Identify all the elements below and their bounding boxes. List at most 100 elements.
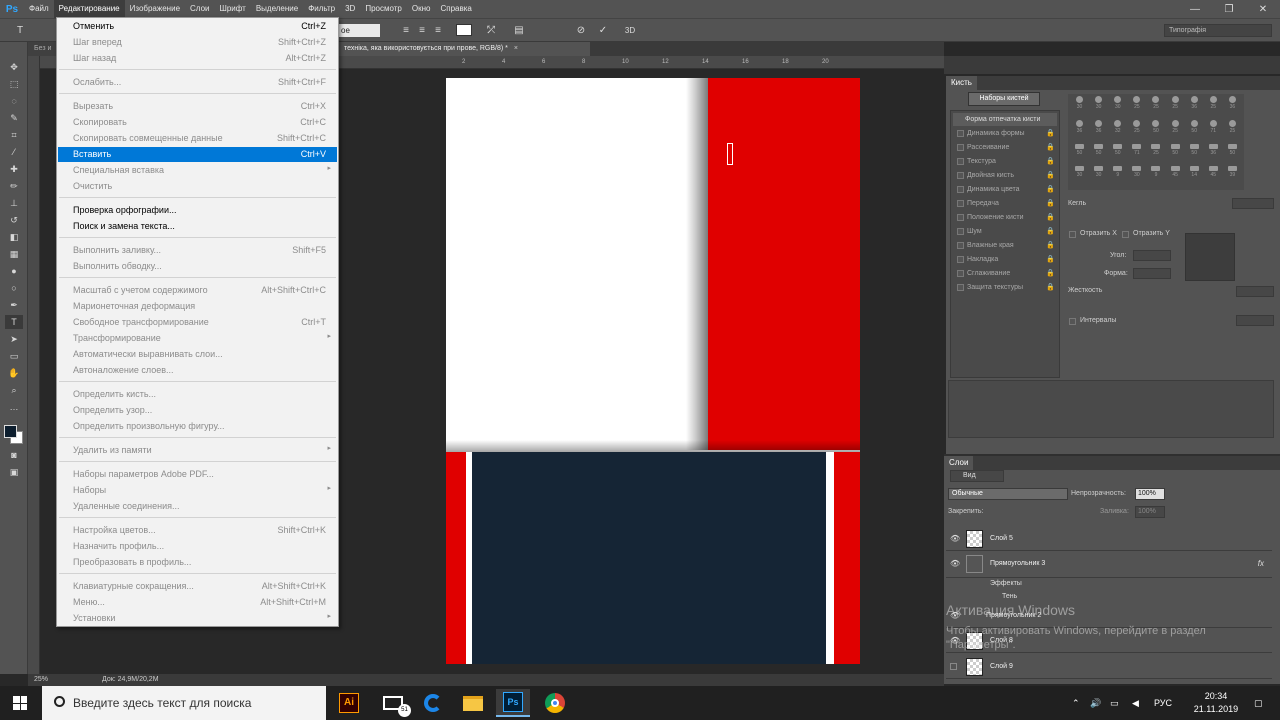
- brush-setting-row[interactable]: Шум 🔒: [953, 225, 1057, 238]
- shadow-effect-label[interactable]: Тень: [1002, 593, 1017, 600]
- checkbox[interactable]: [957, 130, 964, 137]
- menu-item-content-aware-scale[interactable]: Масштаб с учетом содержимого Alt+Shift+Ct…: [58, 283, 337, 298]
- spacing-checkbox[interactable]: [1069, 318, 1076, 325]
- dodge-tool-icon[interactable]: ○: [5, 281, 23, 295]
- brush-setting-row[interactable]: Сглаживание 🔒: [953, 267, 1057, 280]
- network-icon[interactable]: ▭: [1110, 686, 1119, 720]
- menu-item-step-forward[interactable]: Шаг вперед Shift+Ctrl+Z: [58, 35, 337, 50]
- menu-view[interactable]: Просмотр: [360, 0, 407, 18]
- stamp-tool-icon[interactable]: ⊥: [5, 196, 23, 210]
- spacing-field[interactable]: [1236, 315, 1274, 326]
- panels-icon[interactable]: ▤: [512, 23, 526, 38]
- menu-item-keyboard-shortcuts[interactable]: Клавиатурные сокращения... Alt+Shift+Ctrl…: [58, 579, 337, 594]
- layer-filter-select[interactable]: Вид: [950, 470, 1004, 482]
- shape-tool-icon[interactable]: ▭: [5, 349, 23, 363]
- brush-tip[interactable]: 36: [1185, 96, 1204, 120]
- menu-item-check-spelling[interactable]: Проверка орфографии...: [58, 203, 337, 218]
- brush-tip[interactable]: 39: [1223, 166, 1242, 188]
- menu-item-copy[interactable]: Скопировать Ctrl+C: [58, 115, 337, 130]
- brush-tip[interactable]: 45: [1204, 166, 1223, 188]
- brush-tool-icon[interactable]: ✏: [5, 179, 23, 193]
- menu-item-transform[interactable]: Трансформирование ▸: [58, 331, 337, 346]
- brush-setting-row[interactable]: Накладка 🔒: [953, 253, 1057, 266]
- system-clock[interactable]: 20:34 21.11.2019: [1188, 690, 1244, 716]
- history-brush-tool-icon[interactable]: ↺: [5, 213, 23, 227]
- brush-setting-row[interactable]: Динамика формы 🔒: [953, 127, 1057, 140]
- angle-preview[interactable]: [1185, 233, 1235, 281]
- brush-tips-grid[interactable]: 30 30 30 25 25 25 36 25 36 36 36 32 25 50 25 50 71 25 50 50…: [1068, 94, 1244, 190]
- explorer-app-icon[interactable]: [456, 689, 490, 717]
- menu-item-clear[interactable]: Очистить: [58, 179, 337, 194]
- menu-item-step-backward[interactable]: Шаг назад Alt+Ctrl+Z: [58, 51, 337, 66]
- menu-item-puppet-warp[interactable]: Марионеточная деформация: [58, 299, 337, 314]
- type-tool-sidebar-icon[interactable]: T: [5, 315, 23, 329]
- workspace-select[interactable]: Типографія: [1164, 24, 1272, 37]
- text-color-swatch[interactable]: [456, 24, 472, 36]
- brush-tip[interactable]: 9: [1108, 166, 1127, 188]
- flip-x-checkbox[interactable]: [1069, 231, 1076, 238]
- warp-text-icon[interactable]: ⤱: [484, 23, 498, 38]
- brush-tip[interactable]: 36: [1070, 120, 1089, 144]
- angle-field[interactable]: [1133, 250, 1171, 261]
- lock-icon[interactable]: 🔒: [1046, 197, 1055, 210]
- menu-item-fill[interactable]: Выполнить заливку... Shift+F5: [58, 243, 337, 258]
- flip-y-checkbox[interactable]: [1122, 231, 1129, 238]
- brush-tip[interactable]: 50: [1089, 144, 1108, 166]
- brush-tip[interactable]: 71: [1204, 120, 1223, 144]
- brush-presets-button[interactable]: Наборы кистей: [968, 92, 1040, 106]
- commit-icon[interactable]: ✓: [596, 23, 610, 38]
- lock-icon[interactable]: 🔒: [1046, 253, 1055, 266]
- foreground-color-swatch[interactable]: [4, 425, 17, 438]
- brush-tip[interactable]: 50: [1108, 144, 1127, 166]
- brush-setting-row[interactable]: Текстура 🔒: [953, 155, 1057, 168]
- menu-item-preferences[interactable]: Установки ▸: [58, 611, 337, 626]
- menu-filter[interactable]: Фильтр: [303, 0, 340, 18]
- brush-tip[interactable]: 50: [1185, 144, 1204, 166]
- more-tools-icon[interactable]: …: [5, 400, 23, 414]
- menu-image[interactable]: Изображение: [125, 0, 185, 18]
- path-select-tool-icon[interactable]: ➤: [5, 332, 23, 346]
- brush-setting-row[interactable]: Динамика цвета 🔒: [953, 183, 1057, 196]
- size-field[interactable]: [1232, 198, 1274, 209]
- brush-tip[interactable]: 36: [1089, 120, 1108, 144]
- menu-item-assign-profile[interactable]: Назначить профиль...: [58, 539, 337, 554]
- menu-item-cut[interactable]: Вырезать Ctrl+X: [58, 99, 337, 114]
- menu-item-find-replace[interactable]: Поиск и замена текста...: [58, 219, 337, 234]
- edge-app-icon[interactable]: [416, 689, 450, 717]
- menu-item-presets[interactable]: Наборы ▸: [58, 483, 337, 498]
- opacity-field[interactable]: 100%: [1135, 488, 1165, 500]
- brush-tip[interactable]: 50: [1070, 144, 1089, 166]
- brush-tip[interactable]: 50: [1146, 120, 1165, 144]
- menu-item-fade[interactable]: Ослабить... Shift+Ctrl+F: [58, 75, 337, 90]
- brush-tip[interactable]: 25: [1127, 120, 1146, 144]
- brush-tip[interactable]: 25: [1204, 96, 1223, 120]
- brush-tip[interactable]: 50: [1223, 144, 1242, 166]
- brush-tip[interactable]: 30: [1089, 96, 1108, 120]
- screen-mode-icon[interactable]: ▣: [5, 465, 23, 479]
- brush-tip[interactable]: 71: [1127, 144, 1146, 166]
- brush-tip[interactable]: 30: [1089, 166, 1108, 188]
- menu-file[interactable]: Файл: [24, 0, 54, 18]
- document-tab-active[interactable]: техніка, яка використовується при прове,…: [338, 42, 590, 56]
- lock-icon[interactable]: 🔒: [1046, 169, 1055, 182]
- move-tool-icon[interactable]: ✥: [5, 60, 23, 74]
- menu-edit[interactable]: Редактирование: [53, 0, 125, 18]
- photoshop-app-icon[interactable]: Ps: [496, 689, 530, 717]
- menu-item-stroke[interactable]: Выполнить обводку...: [58, 259, 337, 274]
- illustrator-app-icon[interactable]: Ai: [332, 689, 366, 717]
- brush-tip[interactable]: 30: [1108, 96, 1127, 120]
- gradient-tool-icon[interactable]: ▦: [5, 247, 23, 261]
- menu-item-menus[interactable]: Меню... Alt+Shift+Ctrl+M: [58, 595, 337, 610]
- start-button[interactable]: [0, 686, 40, 720]
- menu-item-purge[interactable]: Удалить из памяти ▸: [58, 443, 337, 458]
- taskbar-search-input[interactable]: Введите здесь текст для поиска: [42, 686, 326, 720]
- layer-row[interactable]: 👁 Прямоугольник 3 fx: [946, 552, 1272, 578]
- brush-tip[interactable]: 36: [1223, 96, 1242, 120]
- roundness-field[interactable]: [1133, 268, 1171, 279]
- checkbox[interactable]: [957, 214, 964, 221]
- brush-tip[interactable]: 45: [1166, 166, 1185, 188]
- brush-tip-shape[interactable]: Форма отпечатка кисти: [953, 113, 1057, 126]
- menu-item-auto-align-layers[interactable]: Автоматически выравнивать слои...: [58, 347, 337, 362]
- lock-icon[interactable]: 🔒: [1046, 141, 1055, 154]
- pen-tool-icon[interactable]: ✒: [5, 298, 23, 312]
